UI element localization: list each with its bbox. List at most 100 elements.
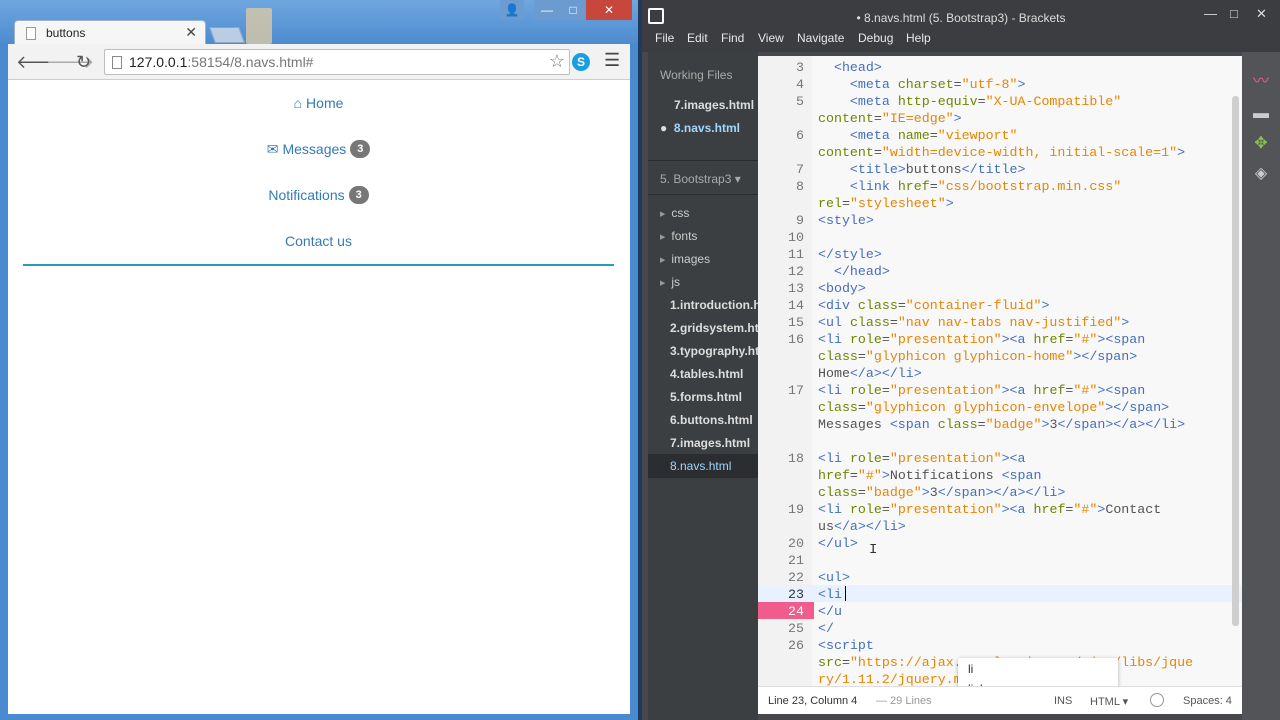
line-number: 9: [796, 213, 804, 228]
working-file-label: 8.navs.html: [673, 121, 740, 135]
extension-manager-icon[interactable]: ▬: [1251, 104, 1271, 124]
address-bar[interactable]: 127.0.0.1:58154/8.navs.html# ☆: [104, 49, 570, 75]
bookmark-star-icon[interactable]: ☆: [549, 51, 565, 72]
code-text: class="badge">3</span></a></li>: [818, 485, 1066, 500]
code-text: <li role="presentation"><a href="#"><spa…: [818, 332, 1146, 347]
code-text: rel="stylesheet">: [818, 196, 954, 211]
menu-file[interactable]: File: [655, 31, 674, 45]
line-number: 19: [788, 502, 804, 517]
menu-view[interactable]: View: [758, 31, 784, 45]
menu-edit[interactable]: Edit: [687, 31, 708, 45]
working-file-item-active[interactable]: ● 8.navs.html: [660, 121, 740, 135]
file-item[interactable]: 1.introduction.html: [670, 298, 758, 312]
sidebar-divider: [648, 194, 758, 195]
line-number: 22: [788, 570, 804, 585]
folder-label: images: [671, 252, 711, 266]
minimize-button[interactable]: —: [534, 0, 560, 20]
user-icon[interactable]: 👤: [500, 0, 524, 20]
file-label: 4.tables.html: [670, 367, 744, 381]
working-file-label: 7.images.html: [674, 98, 755, 112]
reload-icon[interactable]: ↻: [76, 52, 91, 72]
tab-title: buttons: [46, 26, 86, 40]
mouse-ibeam-cursor: I: [869, 542, 878, 558]
maximize-button[interactable]: □: [1230, 6, 1238, 21]
project-label: 5. Bootstrap3: [660, 172, 732, 186]
code-text: <title>buttons</title>: [849, 162, 1026, 177]
file-item[interactable]: 6.buttons.html: [670, 413, 753, 427]
nav-item-home[interactable]: ⌂ Home: [23, 80, 614, 126]
nav-tabs-underline: [23, 264, 614, 266]
page-viewport: ⌂ Home ✉ Messages 3 Notifications 3 Cont…: [8, 80, 630, 714]
layers-icon[interactable]: ◈: [1251, 164, 1271, 184]
nav-item-notifications[interactable]: Notifications 3: [23, 172, 614, 218]
line-number: 11: [788, 247, 804, 262]
new-tab-button[interactable]: [209, 27, 245, 43]
url-text[interactable]: 127.0.0.1:58154/8.navs.html#: [129, 54, 313, 70]
nav-item-label: Contact us: [285, 233, 352, 249]
menu-help[interactable]: Help: [906, 31, 931, 45]
browser-window: buttons ✕ 👤 — □ ✕ 🡐 🡒 ↻ 127.0.0.1:58154/…: [0, 0, 638, 720]
nav-item-messages[interactable]: ✉ Messages 3: [23, 126, 614, 172]
menu-debug[interactable]: Debug: [858, 31, 893, 45]
file-item[interactable]: 5.forms.html: [670, 390, 742, 404]
window-title: • 8.navs.html (5. Bootstrap3) - Brackets: [856, 11, 1066, 25]
ins-mode-toggle[interactable]: INS: [1054, 695, 1072, 707]
file-item-selected[interactable]: 8.navs.html: [670, 459, 731, 473]
tab-close-icon[interactable]: ✕: [185, 24, 197, 41]
file-item[interactable]: 2.gridsystem.html: [670, 321, 758, 335]
code-text: <meta name="viewport": [849, 128, 1018, 143]
menu-navigate[interactable]: Navigate: [797, 31, 844, 45]
window-thumbnail: [246, 8, 272, 44]
messages-badge: 3: [350, 140, 371, 158]
nav-item-label: Notifications: [268, 187, 345, 203]
text-caret: [845, 586, 846, 601]
file-label: 1.introduction.html: [670, 298, 758, 312]
page-icon: [112, 56, 122, 69]
code-text: class="glyphicon glyphicon-home"></span>: [818, 349, 1138, 364]
maximize-button[interactable]: □: [560, 0, 586, 20]
working-file-item[interactable]: 7.images.html: [674, 98, 754, 112]
code-text: href="#">Notifications <span: [818, 468, 1042, 483]
file-label: 2.gridsystem.html: [670, 321, 758, 335]
indent-spaces[interactable]: Spaces: 4: [1183, 695, 1232, 707]
editor-scrollbar[interactable]: [1232, 96, 1239, 626]
folder-fonts[interactable]: ▶ fonts: [660, 229, 697, 243]
nav-item-contact[interactable]: Contact us: [23, 218, 614, 264]
extension-icon[interactable]: ✥: [1251, 134, 1271, 154]
minimize-button[interactable]: —: [1204, 6, 1217, 21]
language-select[interactable]: HTML ▾: [1090, 695, 1128, 708]
code-text: <meta charset="utf-8">: [849, 77, 1026, 92]
folder-label: css: [671, 206, 690, 220]
file-item[interactable]: 3.typography.html: [670, 344, 758, 358]
line-number: 20: [788, 536, 804, 551]
menu-find[interactable]: Find: [721, 31, 744, 45]
code-hint-popup[interactable]: li link: [958, 658, 1118, 686]
line-number: 7: [796, 162, 804, 177]
code-text: <div class="container-fluid">: [818, 298, 1050, 313]
code-editor[interactable]: 3 <head> 4 <meta charset="utf-8"> 5 <meta …: [758, 56, 1242, 686]
project-header[interactable]: 5. Bootstrap3 ▾: [660, 172, 741, 186]
line-number: 17: [788, 383, 804, 398]
url-path: :58154/8.navs.html#: [187, 54, 314, 70]
folder-css[interactable]: ▶ css: [660, 206, 689, 220]
linter-status-icon[interactable]: [1150, 693, 1164, 707]
live-preview-icon[interactable]: 〰: [1251, 72, 1271, 92]
hint-item[interactable]: li: [968, 662, 973, 676]
code-text: Messages <span class="badge">3</span></a…: [818, 417, 1186, 432]
code-text: <li role="presentation"><a href="#">Cont…: [818, 502, 1162, 517]
line-number: 6: [796, 128, 804, 143]
browser-tab[interactable]: buttons ✕: [14, 20, 206, 45]
file-item[interactable]: 7.images.html: [670, 436, 750, 450]
skype-extension-icon[interactable]: S: [572, 53, 590, 71]
menu-icon[interactable]: ☰: [604, 50, 620, 71]
brackets-titlebar: • 8.navs.html (5. Bootstrap3) - Brackets…: [642, 0, 1280, 30]
folder-js[interactable]: ▶ js: [660, 275, 680, 289]
line-number: 4: [796, 77, 804, 92]
line-number: 26: [788, 638, 804, 653]
close-button[interactable]: ✕: [1256, 6, 1267, 22]
folder-images[interactable]: ▶ images: [660, 252, 710, 266]
close-button[interactable]: ✕: [586, 0, 632, 20]
file-item[interactable]: 4.tables.html: [670, 367, 743, 381]
line-number: 8: [796, 179, 804, 194]
code-text: <li role="presentation"><a href="#"><spa…: [818, 383, 1146, 398]
